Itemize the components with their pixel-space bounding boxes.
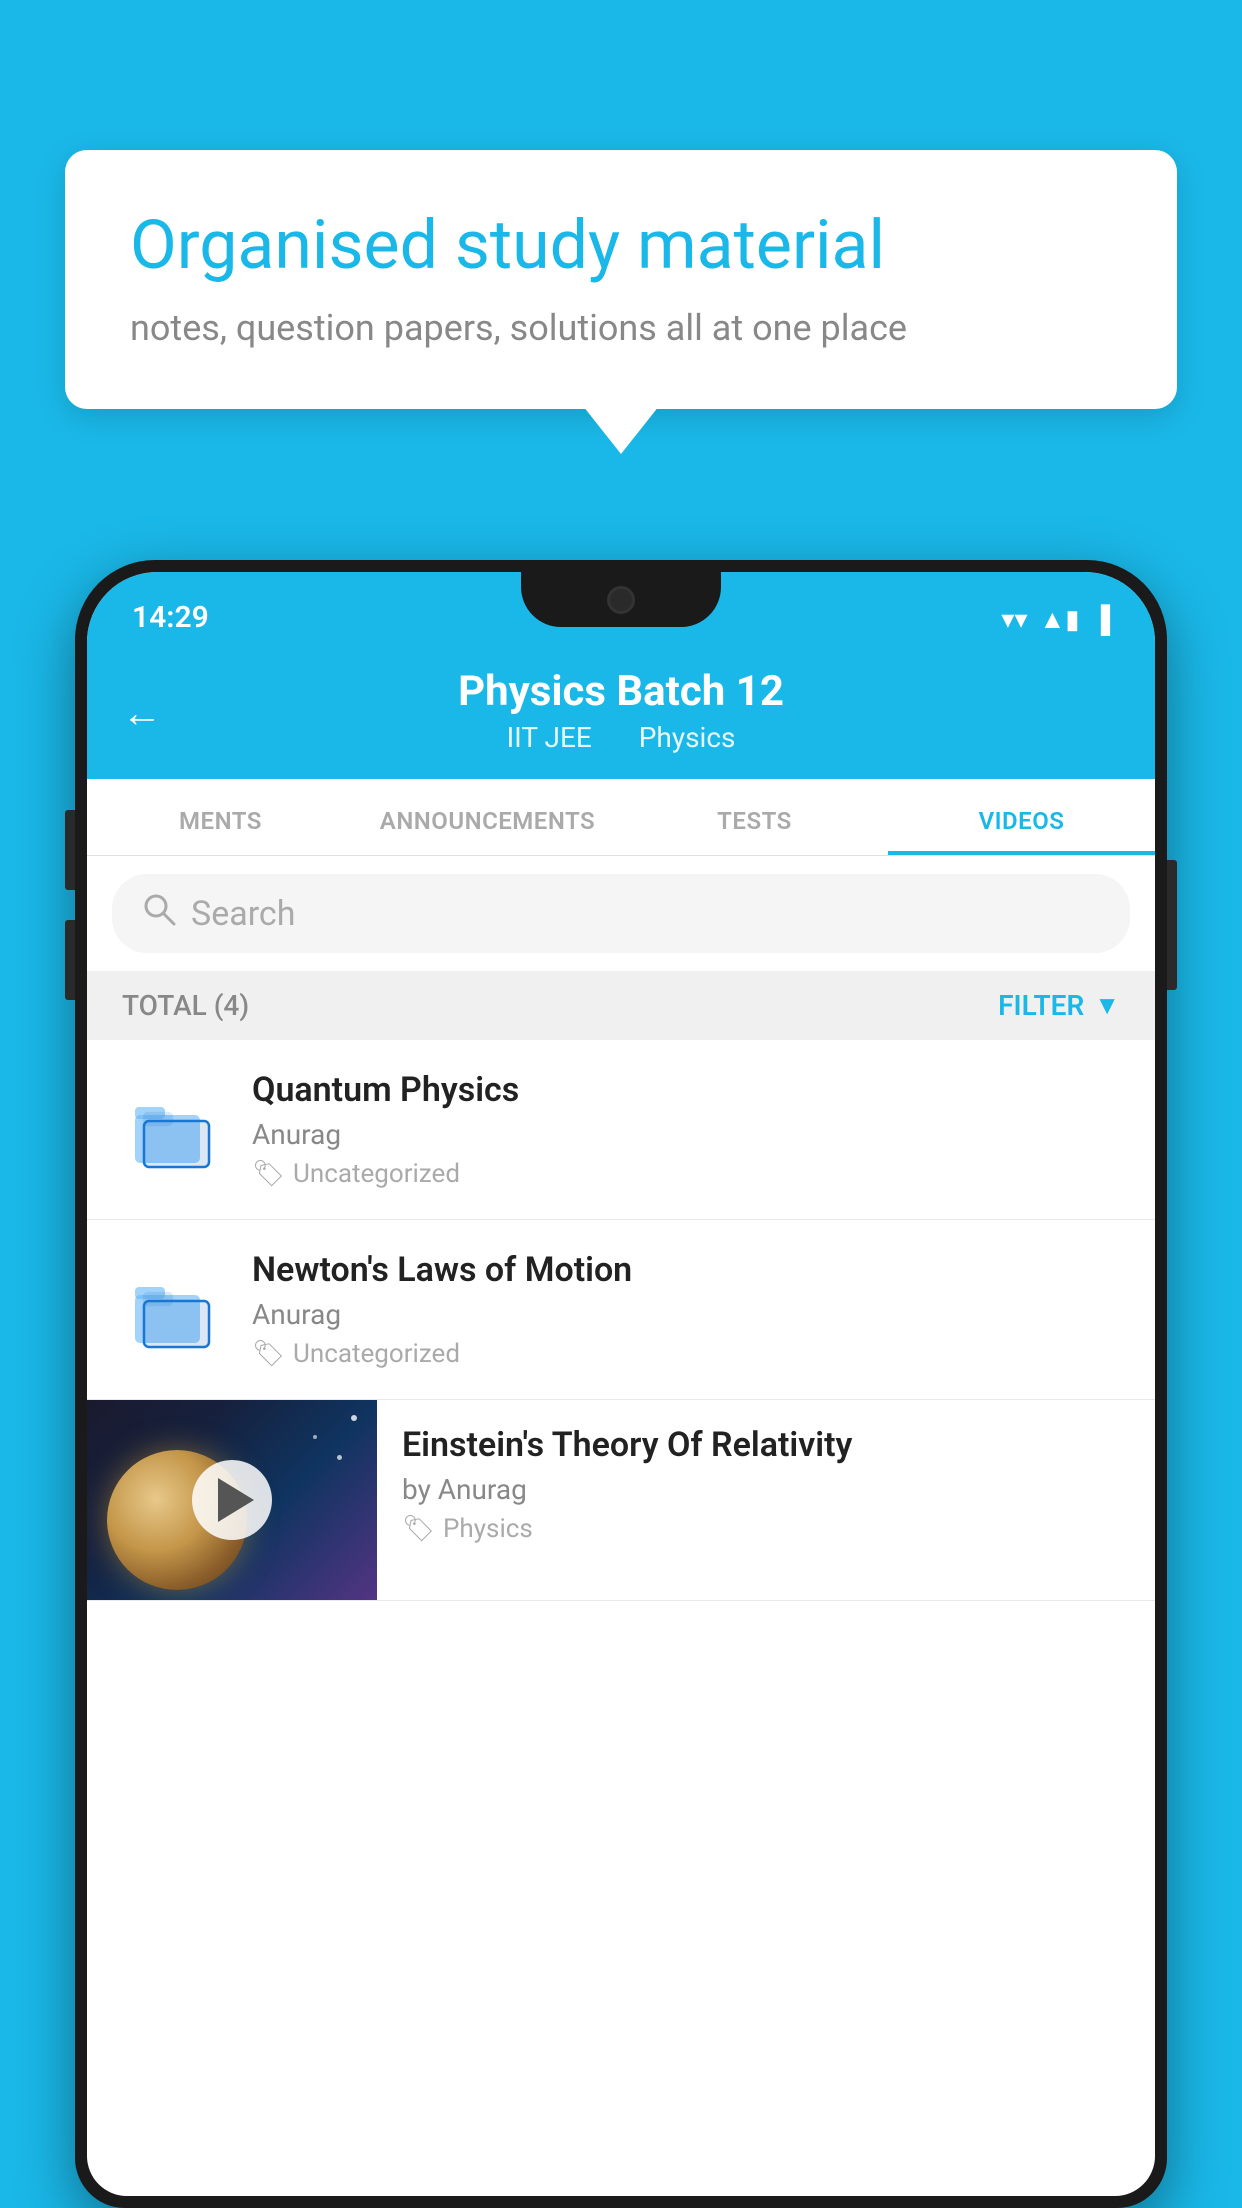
video-author: by Anurag — [402, 1473, 1130, 1506]
status-time: 14:29 — [132, 600, 209, 635]
folder-icon — [122, 1267, 222, 1352]
search-icon — [142, 892, 176, 935]
video-info: Einstein's Theory Of Relativity by Anura… — [377, 1400, 1155, 1569]
video-list: Quantum Physics Anurag 🏷 Uncategorized — [87, 1040, 1155, 1601]
play-button[interactable] — [192, 1460, 272, 1540]
search-section: Search — [87, 856, 1155, 971]
filter-row: TOTAL (4) FILTER ▼ — [87, 971, 1155, 1040]
search-bar[interactable]: Search — [112, 874, 1130, 953]
header-title: Physics Batch 12 — [127, 667, 1115, 716]
phone-camera — [607, 586, 635, 614]
back-button[interactable]: ← — [122, 690, 162, 737]
tag-icon: 🏷 — [252, 1339, 285, 1369]
header-subtitle-iitjee: IIT JEE — [507, 721, 592, 754]
wifi-icon: ▾▾ — [1001, 605, 1027, 635]
tab-announcements[interactable]: ANNOUNCEMENTS — [354, 779, 621, 855]
list-item[interactable]: Einstein's Theory Of Relativity by Anura… — [87, 1400, 1155, 1601]
status-icons: ▾▾ ▲▮ ▐ — [1001, 604, 1110, 635]
phone-volume-up-button — [65, 810, 75, 890]
tag-label: Uncategorized — [293, 1159, 460, 1189]
phone-power-button — [1167, 860, 1177, 990]
phone-frame: 14:29 ▾▾ ▲▮ ▐ ← Physics Batch 12 IIT JEE… — [75, 560, 1167, 2208]
video-author: Anurag — [252, 1298, 1120, 1331]
battery-icon: ▐ — [1092, 604, 1110, 635]
play-icon — [218, 1478, 254, 1522]
tag-icon: 🏷 — [402, 1514, 435, 1544]
speech-bubble-subtitle: notes, question papers, solutions all at… — [130, 307, 1112, 349]
video-tag: 🏷 Uncategorized — [252, 1339, 1120, 1369]
filter-button[interactable]: FILTER ▼ — [998, 989, 1120, 1022]
header-subtitle-physics: Physics — [639, 721, 736, 754]
phone-screen: 14:29 ▾▾ ▲▮ ▐ ← Physics Batch 12 IIT JEE… — [87, 572, 1155, 2196]
video-tag: 🏷 Uncategorized — [252, 1159, 1120, 1189]
filter-label: FILTER — [998, 989, 1084, 1022]
folder-icon — [122, 1087, 222, 1172]
tab-videos[interactable]: VIDEOS — [888, 779, 1155, 855]
search-input[interactable]: Search — [191, 894, 295, 934]
video-thumbnail — [87, 1400, 377, 1600]
total-label: TOTAL (4) — [122, 989, 249, 1022]
video-author: Anurag — [252, 1118, 1120, 1151]
filter-funnel-icon: ▼ — [1094, 990, 1120, 1021]
tag-label: Physics — [443, 1514, 533, 1544]
video-title: Newton's Laws of Motion — [252, 1250, 1120, 1290]
tab-ments[interactable]: MENTS — [87, 779, 354, 855]
signal-icon: ▲▮ — [1040, 604, 1080, 635]
phone-volume-down-button — [65, 920, 75, 1000]
video-tag: 🏷 Physics — [402, 1514, 1130, 1544]
tag-icon: 🏷 — [252, 1159, 285, 1189]
tab-tests[interactable]: TESTS — [621, 779, 888, 855]
video-info: Newton's Laws of Motion Anurag 🏷 Uncateg… — [252, 1250, 1120, 1369]
list-item[interactable]: Newton's Laws of Motion Anurag 🏷 Uncateg… — [87, 1220, 1155, 1400]
video-info: Quantum Physics Anurag 🏷 Uncategorized — [252, 1070, 1120, 1189]
phone-notch — [521, 572, 721, 627]
list-item[interactable]: Quantum Physics Anurag 🏷 Uncategorized — [87, 1040, 1155, 1220]
video-title: Einstein's Theory Of Relativity — [402, 1425, 1130, 1465]
tabs-bar: MENTS ANNOUNCEMENTS TESTS VIDEOS — [87, 779, 1155, 856]
video-title: Quantum Physics — [252, 1070, 1120, 1110]
speech-bubble-title: Organised study material — [130, 205, 1112, 287]
app-header: ← Physics Batch 12 IIT JEE Physics — [87, 647, 1155, 779]
tag-label: Uncategorized — [293, 1339, 460, 1369]
speech-bubble-card: Organised study material notes, question… — [65, 150, 1177, 409]
header-subtitle: IIT JEE Physics — [127, 721, 1115, 754]
